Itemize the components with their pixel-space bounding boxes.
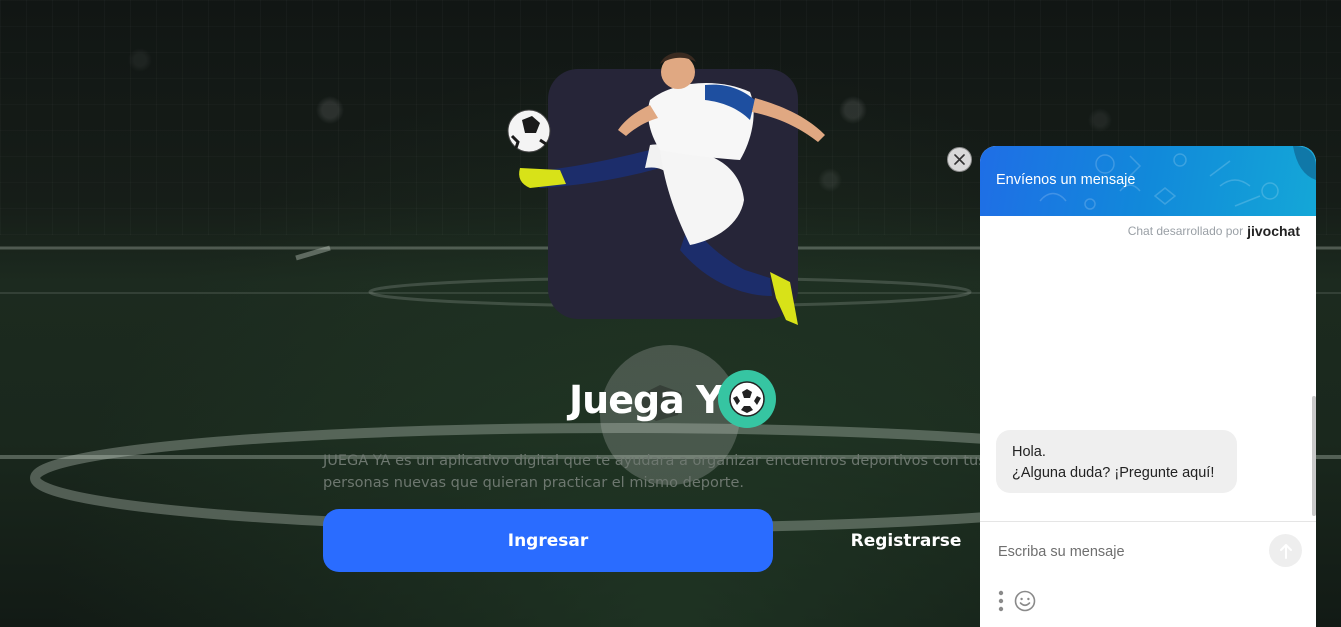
arrow-up-icon	[1279, 543, 1292, 559]
chat-message-line: ¿Alguna duda? ¡Pregunte aquí!	[1012, 465, 1215, 481]
chat-scrollbar[interactable]	[1312, 396, 1316, 516]
chat-message-input[interactable]	[996, 540, 1250, 564]
close-icon	[954, 154, 965, 165]
chat-widget: Envíenos un mensaje Chat desarrollado po…	[980, 146, 1316, 627]
soccer-player-image	[507, 52, 825, 325]
send-button[interactable]	[1269, 534, 1302, 567]
description-line: JUEGA YA es un aplicativo digital que te…	[323, 453, 1043, 469]
chat-footer	[980, 521, 1316, 627]
chat-header-title: Envíenos un mensaje	[996, 172, 1136, 188]
chat-powered-by: Chat desarrollado por jivochat	[1128, 223, 1300, 239]
chat-message-bubble: Hola. ¿Alguna duda? ¡Pregunte aquí!	[996, 430, 1237, 493]
smiley-icon[interactable]	[1014, 590, 1036, 612]
chat-header[interactable]: Envíenos un mensaje	[980, 146, 1316, 216]
jivochat-logo[interactable]: jivochat	[1247, 223, 1300, 239]
soccer-ball-graphic	[507, 109, 551, 153]
powered-by-text: Chat desarrollado por	[1127, 224, 1244, 238]
soccer-ball-icon	[718, 370, 776, 428]
register-link[interactable]: Registrarse	[846, 525, 966, 557]
login-button[interactable]: Ingresar	[323, 509, 773, 572]
description-line: personas nuevas que quieran practicar el…	[323, 475, 745, 491]
vertical-dots-icon[interactable]	[998, 590, 1004, 612]
chat-message-line: Hola.	[1012, 444, 1046, 460]
app-description: JUEGA YA es un aplicativo digital que te…	[323, 450, 1043, 494]
chat-close-button[interactable]	[947, 147, 972, 172]
